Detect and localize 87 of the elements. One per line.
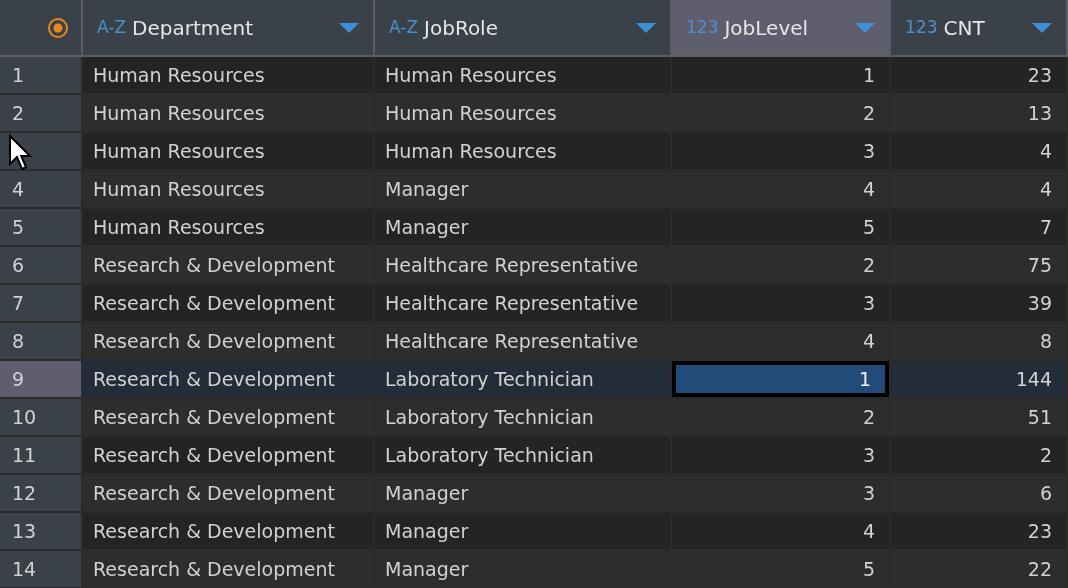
table-cell[interactable]: 1 xyxy=(676,365,885,393)
row-number[interactable]: 4 xyxy=(0,171,83,209)
type-label: A-Z xyxy=(389,15,419,39)
row-number[interactable]: 10 xyxy=(0,399,83,437)
row-number[interactable]: 7 xyxy=(0,285,83,323)
table-cell[interactable]: 5 xyxy=(672,551,889,587)
table-cell[interactable]: Human Resources xyxy=(83,171,373,207)
table-cell[interactable]: 23 xyxy=(891,513,1066,549)
table-cell[interactable]: Laboratory Technician xyxy=(375,399,670,435)
row-number[interactable]: 8 xyxy=(0,323,83,361)
table-cell[interactable]: Human Resources xyxy=(83,133,373,169)
table-cell[interactable]: 5 xyxy=(672,209,889,245)
dropdown-icon[interactable] xyxy=(855,22,875,33)
row-number[interactable]: 12 xyxy=(0,475,83,513)
table-cell[interactable]: 75 xyxy=(891,247,1066,283)
table-cell[interactable]: 4 xyxy=(672,513,889,549)
table-cell[interactable]: 3 xyxy=(672,285,889,321)
column-name: CNT xyxy=(943,14,986,42)
table-cell[interactable]: 2 xyxy=(672,399,889,435)
table-cell[interactable]: Human Resources xyxy=(83,95,373,131)
select-all-icon[interactable] xyxy=(47,16,69,39)
table-cell[interactable]: 23 xyxy=(891,57,1066,93)
type-label: 123 xyxy=(905,15,938,39)
table-cell[interactable]: Human Resources xyxy=(375,95,670,131)
table-cell[interactable]: 4 xyxy=(672,323,889,359)
row-number[interactable]: 11 xyxy=(0,437,83,475)
table-cell[interactable]: Laboratory Technician xyxy=(375,437,670,473)
table-cell[interactable]: Research & Development xyxy=(83,399,373,435)
table-cell[interactable]: 3 xyxy=(672,437,889,473)
table-cell[interactable]: Human Resources xyxy=(375,133,670,169)
table-cell[interactable]: 2 xyxy=(672,247,889,283)
row-number[interactable]: 14 xyxy=(0,551,83,588)
table-cell[interactable]: 7 xyxy=(891,209,1066,245)
dropdown-icon[interactable] xyxy=(339,22,359,33)
table-cell[interactable]: Manager xyxy=(375,513,670,549)
row-number[interactable]: 5 xyxy=(0,209,83,247)
table-cell[interactable]: 39 xyxy=(891,285,1066,321)
table-cell[interactable]: Research & Development xyxy=(83,247,373,283)
row-number[interactable]: 13 xyxy=(0,513,83,551)
table-cell[interactable]: 2 xyxy=(891,437,1066,473)
table-cell[interactable]: 2 xyxy=(672,95,889,131)
table-cell[interactable]: Human Resources xyxy=(83,57,373,93)
column-header[interactable]: A-Z Department xyxy=(83,0,375,57)
column-name: JobRole xyxy=(424,14,499,42)
table-cell[interactable]: Manager xyxy=(375,551,670,587)
type-label: 123 xyxy=(686,15,719,39)
row-number[interactable]: 2 xyxy=(0,95,83,133)
table-cell[interactable]: Manager xyxy=(375,171,670,207)
table-cell[interactable]: Research & Development xyxy=(83,513,373,549)
table-cell[interactable]: 3 xyxy=(672,475,889,511)
table-cell[interactable]: Laboratory Technician xyxy=(375,361,670,397)
table-cell[interactable]: 51 xyxy=(891,399,1066,435)
mouse-pointer-icon xyxy=(8,134,32,172)
table-cell[interactable]: 144 xyxy=(891,361,1066,397)
row-number[interactable]: 9 xyxy=(0,361,83,399)
table-cell[interactable]: 4 xyxy=(672,171,889,207)
table-cell[interactable]: Healthcare Representative xyxy=(375,285,670,321)
table-cell[interactable]: 1 xyxy=(672,57,889,93)
table-cell[interactable]: Healthcare Representative xyxy=(375,323,670,359)
table-cell[interactable]: Manager xyxy=(375,475,670,511)
dropdown-icon[interactable] xyxy=(636,22,656,33)
table-cell[interactable]: Research & Development xyxy=(83,285,373,321)
table-cell[interactable]: Human Resources xyxy=(83,209,373,245)
type-label: A-Z xyxy=(97,15,127,39)
dropdown-icon[interactable] xyxy=(1032,22,1052,33)
row-number[interactable]: 6 xyxy=(0,247,83,285)
column-header[interactable]: 123 CNT xyxy=(891,0,1068,57)
column-name: Department xyxy=(132,14,255,42)
row-number[interactable]: 1 xyxy=(0,57,83,95)
table-cell[interactable]: 4 xyxy=(891,133,1066,169)
table-cell[interactable]: Research & Development xyxy=(83,551,373,587)
table-cell[interactable]: 8 xyxy=(891,323,1066,359)
table-cell[interactable]: 6 xyxy=(891,475,1066,511)
column-header[interactable]: 123 JobLevel xyxy=(672,0,891,57)
table-cell[interactable]: 22 xyxy=(891,551,1066,587)
column-header[interactable]: A-Z JobRole xyxy=(375,0,672,57)
table-cell[interactable]: 3 xyxy=(672,133,889,169)
table-cell[interactable]: Healthcare Representative xyxy=(375,247,670,283)
table-cell[interactable]: 4 xyxy=(891,171,1066,207)
table-cell[interactable]: Human Resources xyxy=(375,57,670,93)
column-name: JobLevel xyxy=(724,14,810,42)
table-cell[interactable]: Manager xyxy=(375,209,670,245)
table-cell[interactable]: Research & Development xyxy=(83,323,373,359)
table-cell[interactable]: Research & Development xyxy=(83,437,373,473)
table-cell[interactable]: Research & Development xyxy=(83,475,373,511)
table-cell[interactable]: Research & Development xyxy=(83,361,373,397)
table-cell[interactable]: 13 xyxy=(891,95,1066,131)
